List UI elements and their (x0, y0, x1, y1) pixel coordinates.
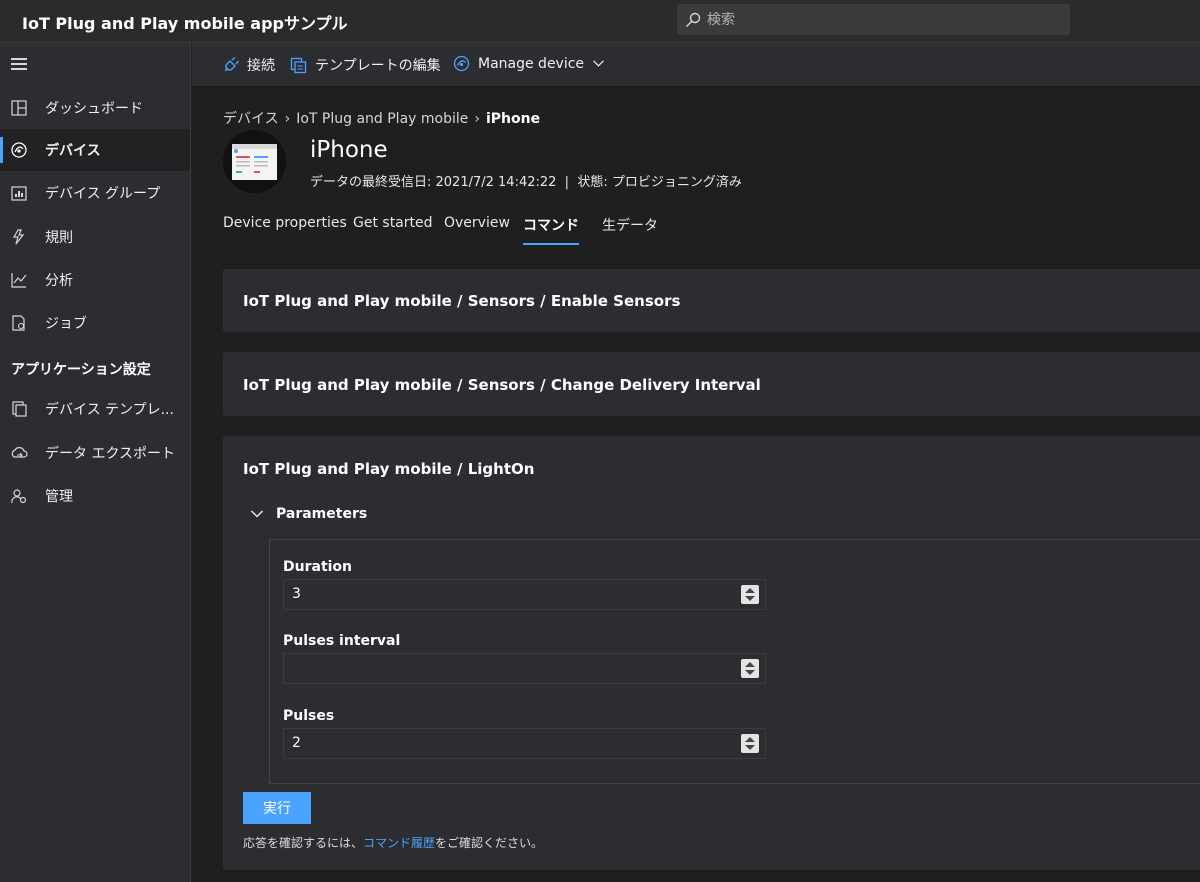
chevron-right-icon: › (284, 111, 291, 127)
sidebar-item-label: ダッシュボード (45, 101, 143, 117)
page-title: iPhone (310, 137, 388, 163)
sidebar-item-analytics[interactable]: 分析 (0, 259, 190, 301)
top-bar: IoT Plug and Play mobile appサンプル (0, 0, 1200, 43)
search-input[interactable] (707, 11, 1047, 28)
chevron-down-icon (593, 60, 604, 67)
sidebar-item-label: ジョブ (45, 316, 87, 332)
breadcrumb-item-current: iPhone (485, 111, 541, 127)
breadcrumb-item-devices[interactable]: デバイス (223, 111, 279, 127)
duration-field[interactable] (283, 579, 766, 610)
hint-suffix: をご確認ください。 (435, 836, 544, 850)
device-icon (11, 142, 27, 158)
device-template-icon (12, 401, 27, 417)
sidebar-item-label: デバイス グループ (45, 186, 161, 202)
device-avatar (223, 130, 286, 193)
pulses-interval-input[interactable] (292, 660, 732, 676)
pulses-interval-spinner[interactable] (741, 659, 759, 678)
analytics-icon (11, 273, 27, 288)
parameters-toggle[interactable]: Parameters (250, 506, 367, 522)
command-title: IoT Plug and Play mobile / Sensors / Cha… (243, 376, 761, 394)
tab-overview[interactable]: Overview (444, 215, 510, 239)
app-settings-section-title: アプリケーション設定 (11, 362, 151, 378)
tab-raw-data[interactable]: 生データ (602, 215, 658, 243)
sidebar-item-label: データ エクスポート (45, 446, 176, 462)
search-box[interactable] (677, 4, 1070, 35)
chevron-down-icon (250, 510, 264, 518)
sidebar-item-jobs[interactable]: ジョブ (0, 302, 190, 344)
hamburger-menu-icon[interactable] (11, 58, 27, 70)
device-thumbnail-image (232, 144, 277, 180)
sidebar-item-rules[interactable]: 規則 (0, 216, 190, 258)
jobs-icon (12, 315, 25, 331)
connect-label: 接続 (247, 58, 275, 74)
breadcrumb-item-template[interactable]: IoT Plug and Play mobile (296, 111, 468, 127)
command-title: IoT Plug and Play mobile / LightOn (243, 460, 535, 478)
command-panel-enable-sensors[interactable]: IoT Plug and Play mobile / Sensors / Ena… (223, 269, 1200, 332)
sidebar-item-device-templates[interactable]: デバイス テンプレ... (0, 388, 190, 430)
admin-icon (11, 489, 27, 504)
sidebar-item-dashboard[interactable]: ダッシュボード (0, 87, 190, 129)
rules-icon (12, 229, 25, 245)
sidebar-item-data-export[interactable]: データ エクスポート (0, 432, 190, 474)
response-hint: 応答を確認するには、コマンド履歴をご確認ください。 (243, 834, 543, 851)
pulses-label: Pulses (283, 708, 335, 724)
search-icon (686, 12, 701, 27)
manage-device-label: Manage device (478, 55, 585, 72)
device-group-icon (11, 186, 27, 201)
dashboard-icon (11, 100, 27, 116)
sidebar-item-label: 規則 (45, 230, 73, 246)
manage-device-button[interactable]: Manage device (453, 55, 605, 72)
breadcrumb: デバイス › IoT Plug and Play mobile › iPhone (223, 108, 540, 128)
tab-get-started[interactable]: Get started (353, 215, 433, 239)
parameters-group: Duration Pulses interval Pulses (269, 539, 1200, 784)
tab-device-properties[interactable]: Device properties (223, 215, 347, 239)
sidebar-item-admin[interactable]: 管理 (0, 475, 190, 517)
app-title: IoT Plug and Play mobile appサンプル (22, 14, 348, 33)
pulses-input[interactable] (292, 735, 732, 751)
pulses-field[interactable] (283, 728, 766, 759)
parameters-label: Parameters (276, 506, 368, 522)
sidebar-item-label: 分析 (45, 273, 73, 289)
pulses-interval-field[interactable] (283, 653, 766, 684)
sidebar-item-devices[interactable]: デバイス (0, 129, 190, 171)
pulses-spinner[interactable] (741, 734, 759, 753)
sidebar: ダッシュボード デバイス デバイス グループ 規則 分析 ジョブ アプリケーショ… (0, 43, 191, 882)
command-bar: 接続 テンプレートの編集 Manage device (192, 43, 1200, 87)
sidebar-item-label: デバイス (45, 143, 101, 159)
device-status-line: データの最終受信日: 2021/7/2 14:42:22 | 状態: プロビジョ… (310, 175, 742, 190)
edit-template-label: テンプレートの編集 (315, 58, 441, 74)
sidebar-item-label: デバイス テンプレ... (45, 402, 174, 418)
data-export-icon (11, 447, 28, 458)
sidebar-item-label: 管理 (45, 489, 73, 505)
hint-prefix: 応答を確認するには、 (243, 836, 364, 850)
run-button[interactable]: 実行 (243, 792, 311, 824)
duration-input[interactable] (292, 586, 732, 602)
chevron-right-icon: › (474, 111, 480, 127)
sidebar-item-device-groups[interactable]: デバイス グループ (0, 172, 190, 214)
command-history-link[interactable]: コマンド履歴 (363, 836, 435, 850)
duration-spinner[interactable] (741, 585, 759, 604)
plug-icon (224, 56, 239, 71)
tab-commands[interactable]: コマンド (523, 215, 579, 245)
template-icon (290, 57, 307, 73)
pulses-interval-label: Pulses interval (283, 633, 401, 649)
command-title: IoT Plug and Play mobile / Sensors / Ena… (243, 292, 681, 310)
command-panel-lighton: IoT Plug and Play mobile / LightOn Param… (223, 436, 1200, 870)
duration-label: Duration (283, 559, 353, 575)
edit-template-button[interactable]: テンプレートの編集 (290, 55, 441, 75)
command-panel-change-delivery-interval[interactable]: IoT Plug and Play mobile / Sensors / Cha… (223, 352, 1200, 416)
connect-button[interactable]: 接続 (222, 55, 275, 75)
manage-device-icon (453, 55, 470, 72)
